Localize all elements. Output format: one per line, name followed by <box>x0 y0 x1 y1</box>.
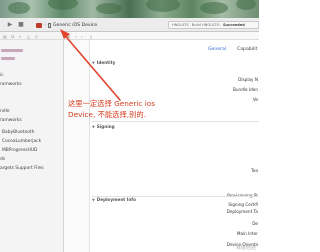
tab-capabilities[interactable]: Capabilit <box>237 47 257 52</box>
list-item[interactable]: argets Support Files <box>0 166 44 171</box>
annotation-line-1: 这里一定选择 Generic ios <box>68 99 156 108</box>
signing-certificate-label: Signing Certifi <box>228 202 258 207</box>
list-item[interactable]: MBProgressHUD <box>2 148 37 153</box>
scheme-selector[interactable]: › Generic iOS Device <box>36 21 128 29</box>
back-icon[interactable]: ‹ <box>75 34 77 39</box>
list-item[interactable]: ndle <box>0 109 10 114</box>
deployment-title: Deployment Info <box>96 197 137 202</box>
targets-list <box>64 40 90 252</box>
tab-general[interactable]: General <box>208 47 226 52</box>
status-text: Build HNGULTS: <box>191 23 220 27</box>
list-item[interactable]: ramworks <box>0 118 22 123</box>
warning-icon[interactable]: △ <box>27 34 30 39</box>
forward-icon[interactable]: › <box>81 34 83 39</box>
list-item[interactable]: BabyBluetooth <box>2 130 34 135</box>
identity-title: Identity <box>96 60 116 65</box>
folder-icon[interactable]: ▤ <box>3 34 7 39</box>
bundle-identifier-label: Bundle Iden <box>232 87 258 92</box>
display-name-label: Display N <box>238 77 258 82</box>
run-icon[interactable]: ▶ <box>7 22 13 28</box>
disclosure-triangle-icon[interactable]: ▼ <box>92 198 95 202</box>
background-photo <box>0 0 259 18</box>
main-interface-label: Main Inter <box>236 231 258 236</box>
deployment-target-label: Deployment Ta <box>226 209 258 214</box>
team-label: Tea <box>251 168 258 173</box>
list-item[interactable]: ic <box>0 73 4 78</box>
scheme-separator: › <box>44 22 46 28</box>
identity-section-header[interactable]: ▼ Identity <box>92 60 115 65</box>
device-icon <box>48 22 51 28</box>
navigator-tabs: ▤ ⊟ ⌕ △ ◇ <box>0 32 64 40</box>
settings-tabs: General Capabilit <box>64 46 259 54</box>
watermark: 百度经验 <box>235 245 256 251</box>
status-result: Succeeded <box>222 23 245 27</box>
annotation-line-2: Device, 不能选择,别的. <box>68 109 147 119</box>
devices-label: De <box>252 221 258 226</box>
app-icon <box>36 22 42 28</box>
build-status: HNGULTS Build HNGULTS: Succeeded <box>168 21 259 29</box>
search-icon[interactable]: ⌕ <box>19 34 21 39</box>
file-icon: ▯ <box>90 33 93 39</box>
symbol-icon[interactable]: ⊟ <box>11 34 14 39</box>
signing-title: Signing <box>96 124 115 129</box>
test-icon[interactable]: ◇ <box>35 34 38 39</box>
blurred-item <box>1 49 23 52</box>
grid-icon[interactable]: ⊞ <box>67 34 70 39</box>
section-divider <box>92 121 259 122</box>
signing-section-header[interactable]: ▼ Signing <box>92 124 115 129</box>
list-item[interactable]: ds <box>0 157 5 162</box>
jump-bar: ⊞ ‹ › ▯ <box>64 32 259 40</box>
version-label: Ve <box>252 97 258 102</box>
stop-icon[interactable]: ■ <box>18 22 24 28</box>
device-label[interactable]: Generic iOS Device <box>53 23 97 28</box>
project-navigator: ▤ ⊟ ⌕ △ ◇ ic ramworks ndle ramworks Baby… <box>0 32 64 252</box>
deployment-section-header[interactable]: ▼ Deployment Info <box>92 197 136 202</box>
xcode-toolbar: ▶ ■ › Generic iOS Device HNGULTS Build H… <box>0 18 259 32</box>
disclosure-triangle-icon[interactable]: ▼ <box>92 61 95 65</box>
blurred-item <box>1 57 15 60</box>
list-item[interactable]: CocoaLumberjack <box>2 139 41 144</box>
list-item[interactable]: ramworks <box>0 82 22 87</box>
status-app: HNGULTS <box>172 23 189 27</box>
disclosure-triangle-icon[interactable]: ▼ <box>92 125 95 129</box>
annotation-text: 这里一定选择 Generic ios Device, 不能选择,别的. <box>68 99 180 120</box>
